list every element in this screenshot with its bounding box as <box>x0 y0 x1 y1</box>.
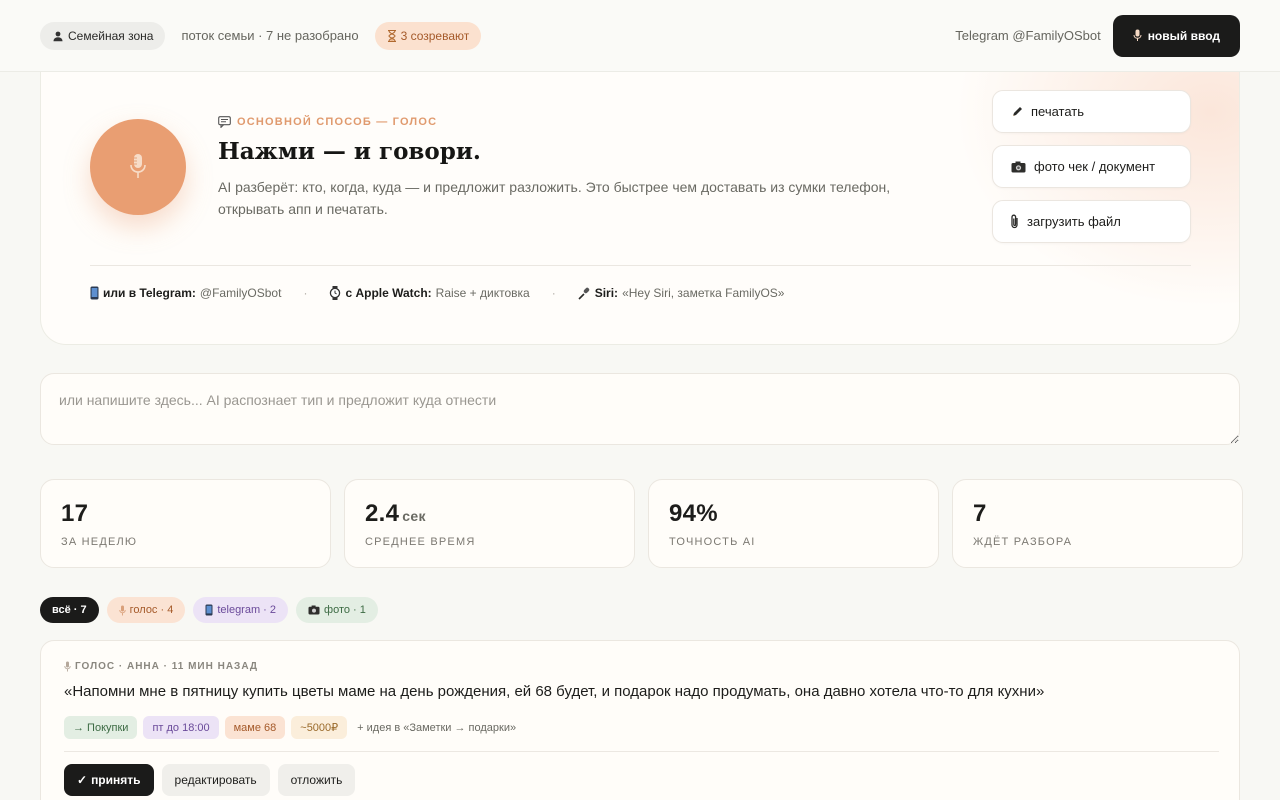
apple-watch-channel[interactable]: с Apple Watch: Raise + диктовка <box>329 286 530 300</box>
paperclip-icon <box>1011 214 1019 229</box>
photo-document-label: фото чек / документ <box>1034 159 1156 174</box>
alternative-input-actions: печатать фото чек / документ загрузить ф… <box>992 90 1191 243</box>
filter-voice[interactable]: голос · 4 <box>106 597 186 623</box>
stat-label: ТОЧНОСТЬ AI <box>669 536 756 548</box>
camera-icon <box>1011 161 1026 173</box>
stat-value: 2.4 сек <box>365 500 426 527</box>
upload-file-button[interactable]: загрузить файл <box>992 200 1191 243</box>
filter-all[interactable]: всё · 7 <box>40 597 99 623</box>
stats-row: 17 ЗА НЕДЕЛЮ 2.4 сек СРЕДНЕЕ ВРЕМЯ 94% ТО… <box>40 479 1243 568</box>
checkmark-icon: ✓ <box>77 773 88 787</box>
accept-label: принять <box>91 773 141 787</box>
microphone-icon <box>64 661 71 672</box>
tag-person[interactable]: маме 68 <box>224 716 286 739</box>
record-voice-button[interactable] <box>90 119 186 215</box>
telegram-channel[interactable]: или в Telegram: @FamilyOSbot <box>90 286 281 300</box>
watch-icon <box>329 286 341 300</box>
separator-dot: · <box>303 286 308 300</box>
hero-label-text: ОСНОВНОЙ СПОСОБ — ГОЛОС <box>237 116 438 128</box>
tag-deadline[interactable]: пт до 18:00 <box>143 716 219 739</box>
quick-note-input[interactable] <box>40 373 1240 445</box>
siri-title: Siri: <box>594 286 619 300</box>
new-input-button[interactable]: новый ввод <box>1112 14 1240 57</box>
hero-title: Нажми — и говори. <box>218 138 481 165</box>
microphone-icon <box>1133 29 1142 42</box>
stat-card-awaiting: 7 ЖДЁТ РАЗБОРА <box>952 479 1243 568</box>
item-transcript: «Напомни мне в пятницу купить цветы маме… <box>64 683 1045 700</box>
item-tags: → Покупки пт до 18:00 маме 68 ~5000₽ + и… <box>64 716 516 739</box>
tag-budget[interactable]: ~5000₽ <box>291 716 348 739</box>
source-filters: всё · 7 голос · 4 telegram · 2 фото · 1 <box>40 597 378 623</box>
family-zone-badge[interactable]: Семейная зона <box>40 21 166 50</box>
tag-category[interactable]: → Покупки <box>64 716 138 739</box>
hero-label: ОСНОВНОЙ СПОСОБ — ГОЛОС <box>218 116 437 128</box>
upload-file-label: загрузить файл <box>1027 214 1121 229</box>
card-divider <box>64 751 1219 752</box>
siri-channel[interactable]: Siri: «Hey Siri, заметка FamilyOS» <box>578 286 785 300</box>
filter-all-label: всё · 7 <box>52 604 87 616</box>
item-actions: ✓ принять редактировать отложить <box>64 764 356 796</box>
filter-voice-label: голос · 4 <box>129 604 174 616</box>
stat-value: 17 <box>61 500 89 527</box>
separator-dot: · <box>551 286 556 300</box>
photo-document-button[interactable]: фото чек / документ <box>992 145 1191 188</box>
hero-divider <box>90 265 1191 266</box>
apple-watch-title: с Apple Watch: <box>345 286 432 300</box>
edit-label: редактировать <box>174 773 257 787</box>
phone-icon <box>90 286 99 300</box>
tag-idea-link[interactable]: + идея в «Заметки → подарки» <box>357 722 516 734</box>
voice-hero-panel: ОСНОВНОЙ СПОСОБ — ГОЛОС Нажми — и говори… <box>40 72 1240 345</box>
stat-label: ЗА НЕДЕЛЮ <box>61 536 138 548</box>
siri-detail: «Hey Siri, заметка FamilyOS» <box>622 286 785 300</box>
filter-photo[interactable]: фото · 1 <box>296 597 378 623</box>
stat-value: 7 <box>973 500 987 527</box>
speech-bubble-icon <box>218 116 231 128</box>
other-channels: или в Telegram: @FamilyOSbot · с Apple W… <box>90 286 784 300</box>
stat-card-avg-time: 2.4 сек СРЕДНЕЕ ВРЕМЯ <box>344 479 635 568</box>
telegram-channel-title: или в Telegram: <box>103 286 196 300</box>
type-text-label: печатать <box>1031 104 1085 119</box>
item-meta: ГОЛОС · АННА · 11 МИН НАЗАД <box>64 661 258 672</box>
stat-unit: сек <box>402 508 426 524</box>
apple-watch-detail: Raise + диктовка <box>435 286 530 300</box>
ripening-badge[interactable]: 3 созревают <box>374 21 482 50</box>
microphone-icon <box>118 605 126 616</box>
postpone-label: отложить <box>290 773 343 787</box>
family-zone-label: Семейная зона <box>68 28 154 43</box>
new-input-label: новый ввод <box>1147 28 1220 43</box>
ripening-label: 3 созревают <box>400 28 470 43</box>
phone-icon <box>205 604 213 616</box>
postpone-button[interactable]: отложить <box>277 764 356 796</box>
edit-button[interactable]: редактировать <box>161 764 270 796</box>
item-meta-text: ГОЛОС · АННА · 11 МИН НАЗАД <box>75 661 259 672</box>
pencil-icon <box>1011 106 1023 118</box>
stream-status: поток семьи · 7 не разобрано <box>181 28 359 43</box>
hourglass-icon <box>387 29 397 42</box>
camera-icon <box>308 605 320 615</box>
microphone-icon <box>578 287 591 300</box>
stat-label: ЖДЁТ РАЗБОРА <box>973 536 1073 548</box>
filter-telegram[interactable]: telegram · 2 <box>193 597 289 623</box>
telegram-channel-detail: @FamilyOSbot <box>199 286 282 300</box>
user-icon <box>52 30 64 42</box>
stat-card-week: 17 ЗА НЕДЕЛЮ <box>40 479 331 568</box>
type-text-button[interactable]: печатать <box>992 90 1191 133</box>
inbox-item-card: ГОЛОС · АННА · 11 МИН НАЗАД «Напомни мне… <box>40 640 1240 800</box>
stat-value: 94% <box>669 500 718 527</box>
hero-description: AI разберёт: кто, когда, куда — и предло… <box>218 179 891 217</box>
top-bar: Семейная зона поток семьи · 7 не разобра… <box>0 0 1280 72</box>
filter-photo-label: фото · 1 <box>324 604 366 616</box>
microphone-icon <box>129 153 147 181</box>
telegram-bot-link[interactable]: Telegram @FamilyOSbot <box>955 28 1100 43</box>
filter-telegram-label: telegram · 2 <box>217 604 277 616</box>
stat-label: СРЕДНЕЕ ВРЕМЯ <box>365 536 476 548</box>
stat-card-ai-accuracy: 94% ТОЧНОСТЬ AI <box>648 479 939 568</box>
accept-button[interactable]: ✓ принять <box>64 764 154 796</box>
